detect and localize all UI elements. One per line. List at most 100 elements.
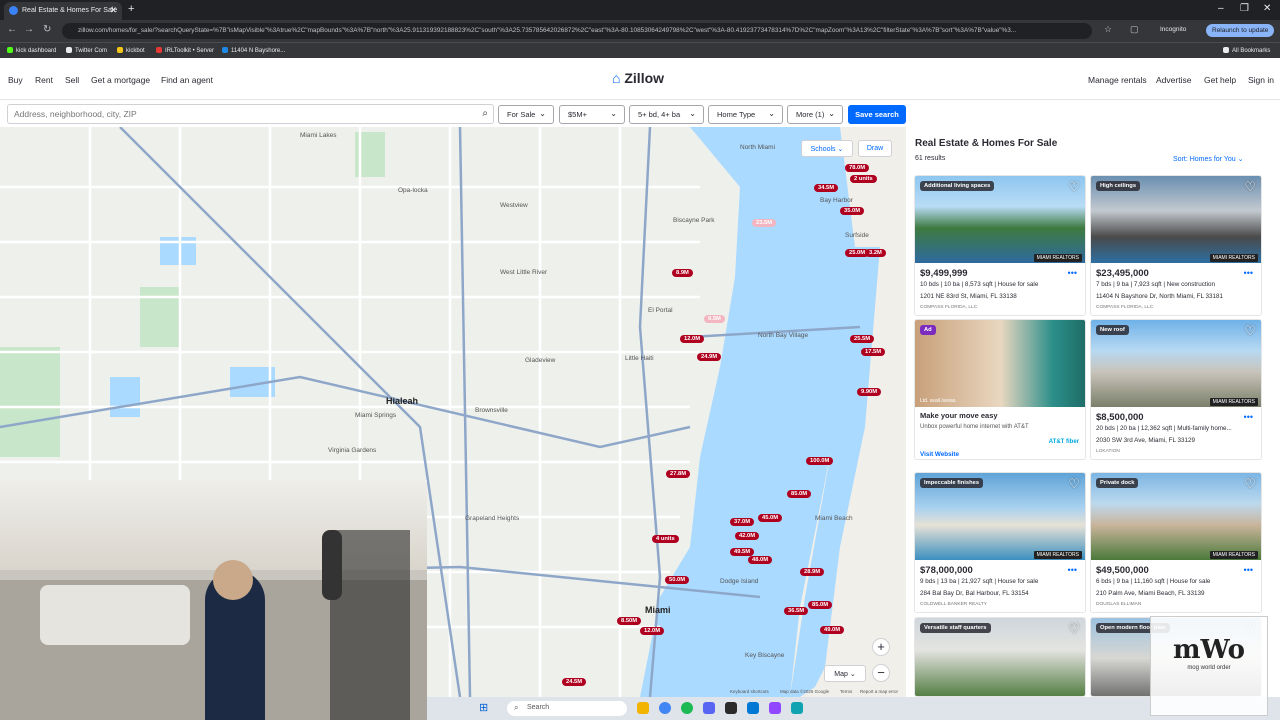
- price-pin[interactable]: 45.0M: [758, 514, 783, 522]
- price-pin[interactable]: 2 units: [850, 175, 877, 183]
- reload-icon[interactable]: ↻: [43, 24, 51, 35]
- bookmark-item[interactable]: kick dashboard: [7, 47, 56, 54]
- search-input[interactable]: Address, neighborhood, city, ZIP ⌕: [7, 104, 494, 124]
- twitch-icon[interactable]: [769, 702, 781, 714]
- listing-address[interactable]: 284 Bal Bay Dr, Bal Harbour, FL 33154: [920, 590, 1029, 597]
- home-type-filter[interactable]: Home Type ⌄: [708, 105, 783, 124]
- windows-start-icon[interactable]: ⊞: [479, 701, 488, 714]
- for-sale-filter[interactable]: For Sale ⌄: [498, 105, 554, 124]
- price-pin[interactable]: 3.2M: [865, 249, 886, 257]
- listing-card[interactable]: Impeccable finishes ♡ MIAMI REALTORS $78…: [914, 472, 1086, 613]
- heart-icon[interactable]: ♡: [1068, 179, 1080, 195]
- new-tab-icon[interactable]: +: [128, 3, 134, 15]
- back-icon[interactable]: ←: [7, 24, 17, 35]
- price-pin[interactable]: 23.5M: [752, 219, 777, 227]
- price-pin[interactable]: 49.0M: [820, 626, 845, 634]
- bookmark-star-icon[interactable]: ☆: [1104, 24, 1112, 35]
- listing-address[interactable]: 1201 NE 83rd St, Miami, FL 33138: [920, 293, 1017, 300]
- price-pin[interactable]: 4 units: [652, 535, 679, 543]
- nav-manage-rentals[interactable]: Manage rentals: [1088, 75, 1147, 85]
- incognito-label[interactable]: Incognito: [1160, 26, 1186, 33]
- heart-icon[interactable]: ♡: [1244, 476, 1256, 492]
- price-pin[interactable]: 24.9M: [697, 353, 722, 361]
- forward-icon[interactable]: →: [24, 24, 34, 35]
- browser-tab[interactable]: Real Estate & Homes For Sale ✕: [4, 2, 122, 20]
- listing-card[interactable]: New roof ♡ MIAMI REALTORS $8,500,000 •••…: [1090, 319, 1262, 460]
- price-pin[interactable]: 8.9M: [672, 269, 693, 277]
- price-pin[interactable]: 48.0M: [748, 556, 773, 564]
- more-options-icon[interactable]: •••: [1244, 268, 1253, 278]
- close-window-icon[interactable]: ✕: [1263, 3, 1271, 14]
- map-footer-link[interactable]: Terms: [840, 689, 852, 694]
- save-search-button[interactable]: Save search: [848, 105, 906, 124]
- bookmark-item[interactable]: 11404 N Bayshore...: [222, 47, 285, 54]
- search-icon[interactable]: ⌕: [482, 108, 488, 119]
- all-bookmarks[interactable]: All Bookmarks: [1223, 47, 1270, 54]
- sidepanel-icon[interactable]: ▢: [1130, 24, 1139, 35]
- map-footer-link[interactable]: Keyboard shortcuts: [730, 689, 769, 694]
- bookmark-item[interactable]: IRLToolkit • Server: [156, 47, 214, 54]
- listing-address[interactable]: 11404 N Bayshore Dr, North Miami, FL 331…: [1096, 293, 1223, 300]
- schools-button[interactable]: Schools ⌄: [801, 140, 853, 157]
- app-icon[interactable]: [747, 702, 759, 714]
- price-pin[interactable]: 36.5M: [784, 607, 809, 615]
- relaunch-button[interactable]: Relaunch to update: [1206, 24, 1275, 37]
- price-filter[interactable]: $5M+ ⌄: [559, 105, 625, 124]
- listing-card[interactable]: Additional living spaces ♡ MIAMI REALTOR…: [914, 175, 1086, 316]
- bookmark-item[interactable]: kickbot: [117, 47, 145, 54]
- price-pin[interactable]: 34.5M: [814, 184, 839, 192]
- heart-icon[interactable]: ♡: [1068, 621, 1080, 637]
- more-options-icon[interactable]: •••: [1068, 268, 1077, 278]
- nav-sign-in[interactable]: Sign in: [1248, 75, 1274, 85]
- heart-icon[interactable]: ♡: [1068, 476, 1080, 492]
- map-footer-link[interactable]: Report a map error: [860, 689, 898, 694]
- discord-icon[interactable]: [703, 702, 715, 714]
- price-pin[interactable]: 28.9M: [800, 568, 825, 576]
- price-pin[interactable]: 9.5M: [704, 315, 725, 323]
- price-pin[interactable]: 8.50M: [617, 617, 642, 625]
- price-pin[interactable]: 100.0M: [806, 457, 834, 465]
- price-pin[interactable]: 12.0M: [640, 627, 665, 635]
- price-pin[interactable]: 50.0M: [665, 576, 690, 584]
- nav-find-agent[interactable]: Find an agent: [161, 75, 213, 85]
- nav-advertise[interactable]: Advertise: [1156, 75, 1191, 85]
- price-pin[interactable]: 42.0M: [735, 532, 760, 540]
- zoom-in-button[interactable]: +: [872, 638, 890, 656]
- bookmark-item[interactable]: Twitter Com: [66, 47, 107, 54]
- nav-rent[interactable]: Rent: [35, 75, 53, 85]
- price-pin[interactable]: 17.5M: [861, 348, 886, 356]
- beds-baths-filter[interactable]: 5+ bd, 4+ ba ⌄: [629, 105, 704, 124]
- price-pin[interactable]: 25.5M: [850, 335, 875, 343]
- price-pin[interactable]: 24.5M: [562, 678, 587, 686]
- taskbar-search[interactable]: ⌕ Search: [507, 701, 627, 716]
- listing-address[interactable]: 210 Palm Ave, Miami Beach, FL 33139: [1096, 590, 1205, 597]
- price-pin[interactable]: 85.0M: [808, 601, 833, 609]
- app-icon[interactable]: [791, 702, 803, 714]
- price-pin[interactable]: 49.5M: [730, 548, 755, 556]
- more-options-icon[interactable]: •••: [1244, 565, 1253, 575]
- heart-icon[interactable]: ♡: [1244, 179, 1256, 195]
- spotify-icon[interactable]: [681, 702, 693, 714]
- visit-website-link[interactable]: Visit Website: [920, 451, 959, 458]
- nav-sell[interactable]: Sell: [65, 75, 79, 85]
- nav-mortgage[interactable]: Get a mortgage: [91, 75, 150, 85]
- listing-address[interactable]: 2030 SW 3rd Ave, Miami, FL 33129: [1096, 437, 1195, 444]
- maximize-icon[interactable]: ❐: [1240, 3, 1249, 14]
- draw-button[interactable]: Draw: [858, 140, 892, 157]
- price-pin[interactable]: 9.90M: [857, 388, 882, 396]
- more-filter[interactable]: More (1) ⌄: [787, 105, 843, 124]
- price-pin[interactable]: 12.0M: [680, 335, 705, 343]
- listing-card[interactable]: High ceilings ♡ MIAMI REALTORS $23,495,0…: [1090, 175, 1262, 316]
- explorer-icon[interactable]: [637, 702, 649, 714]
- listing-card[interactable]: Private dock ♡ MIAMI REALTORS $49,500,00…: [1090, 472, 1262, 613]
- nav-buy[interactable]: Buy: [8, 75, 23, 85]
- chrome-icon[interactable]: [659, 702, 671, 714]
- more-options-icon[interactable]: •••: [1244, 412, 1253, 422]
- price-pin[interactable]: 78.0M: [845, 164, 870, 172]
- map-type-button[interactable]: Map ⌄: [824, 665, 866, 682]
- price-pin[interactable]: 35.0M: [840, 207, 865, 215]
- zillow-logo[interactable]: ⌂ Zillow: [612, 70, 664, 86]
- ad-photo[interactable]: [915, 320, 1085, 407]
- listing-card[interactable]: Versatile staff quarters ♡: [914, 617, 1086, 697]
- price-pin[interactable]: 37.0M: [730, 518, 755, 526]
